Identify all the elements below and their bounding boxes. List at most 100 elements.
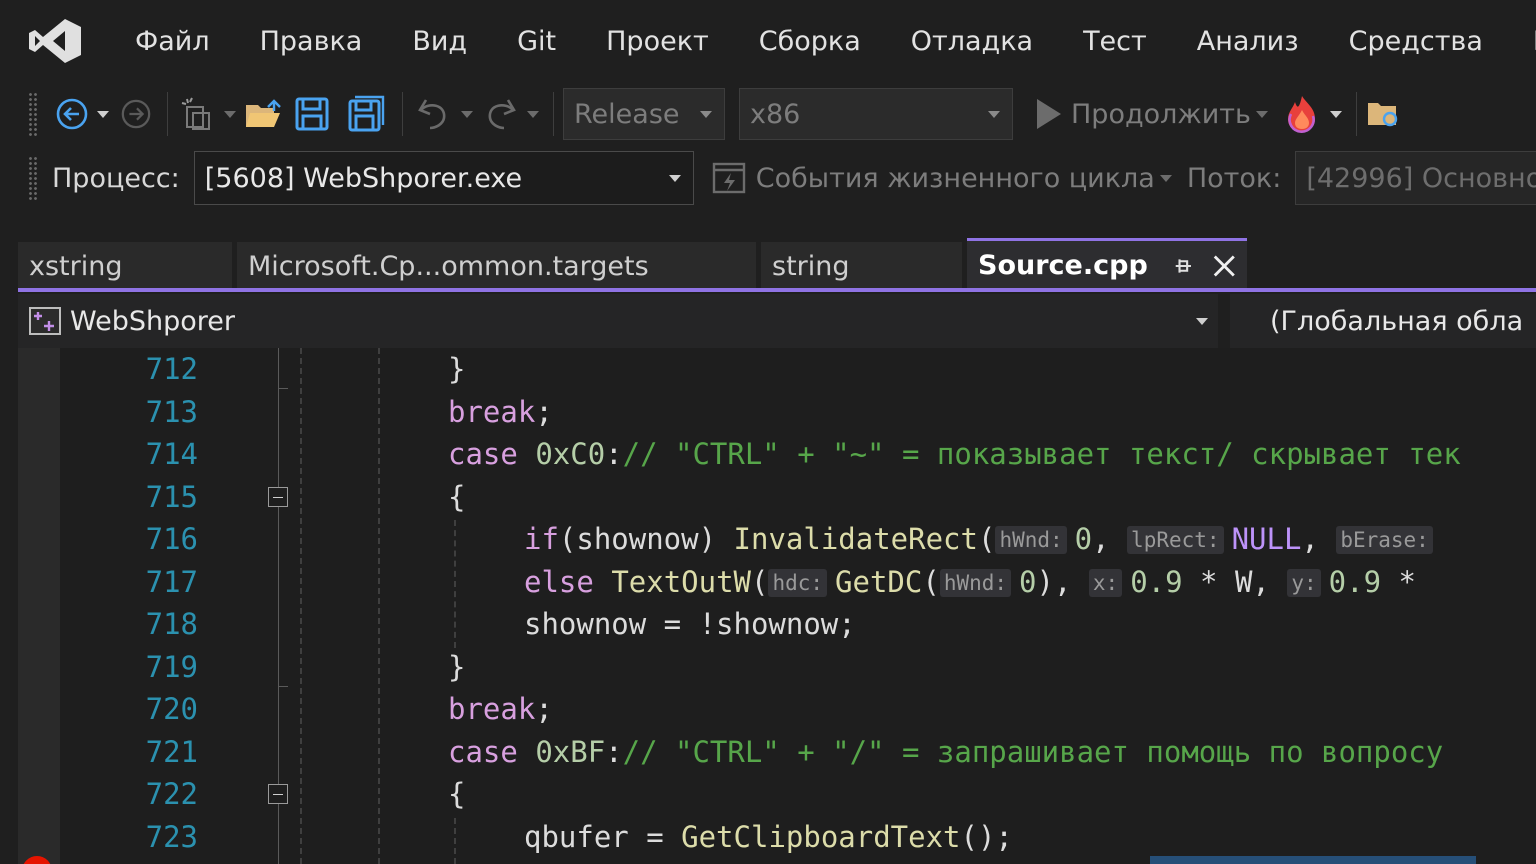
code-line[interactable]: 712}	[18, 348, 1536, 391]
process-select[interactable]: [5608] WebShporer.exe	[193, 151, 694, 205]
code-token: 0	[1019, 564, 1037, 599]
code-token: :	[605, 437, 623, 471]
navigate-forward-button[interactable]	[114, 92, 158, 136]
line-number: 716	[145, 522, 198, 556]
code-token: // "CTRL" + "/" = запрашивает помощь по …	[622, 734, 1444, 769]
code-line[interactable]: 714 case 0xC0:// "CTRL" + "~" = показывае…	[18, 433, 1536, 476]
code-token: shownow = !shownow;	[524, 607, 856, 641]
open-file-button[interactable]	[241, 92, 285, 136]
thread-value: [42996] Основно	[1306, 162, 1536, 194]
code-line[interactable]: 716 if(shownow) InvalidateRect(hWnd: 0, lp…	[18, 518, 1536, 561]
line-number: 715	[145, 479, 198, 514]
undo-button[interactable]	[412, 92, 456, 136]
cpp-project-icon	[29, 307, 61, 335]
save-all-button[interactable]	[339, 92, 393, 136]
solution-configuration-select[interactable]: Release	[563, 88, 725, 140]
code-line[interactable]: 720 break;	[18, 688, 1536, 731]
project-scope-select[interactable]: WebShporer	[18, 294, 1230, 348]
solution-platform-select[interactable]: x86	[739, 88, 1013, 140]
menu-analyze[interactable]: Анализ	[1172, 26, 1324, 57]
chevron-down-icon	[984, 89, 1004, 139]
code-token: if	[524, 522, 559, 556]
menu-test[interactable]: Тест	[1058, 26, 1172, 57]
code-token: ();	[960, 819, 1013, 854]
close-icon[interactable]	[1210, 251, 1239, 281]
code-line[interactable]: 713 break;	[18, 391, 1536, 434]
code-line[interactable]: 717 else TextOutW(hdc: GetDC(hWnd: 0), x: 0.…	[18, 561, 1536, 604]
open-folder-icon	[246, 99, 281, 127]
hot-reload-dropdown[interactable]	[1325, 92, 1347, 136]
code-line[interactable]: 722 {	[18, 773, 1536, 816]
visual-studio-logo-icon[interactable]	[27, 17, 83, 65]
line-code: break;	[448, 688, 553, 731]
toolbar-grip[interactable]	[28, 156, 38, 200]
line-code: case 0xBF:// "CTRL" + "/" = запрашивает …	[448, 731, 1443, 774]
code-token: 0xC0	[535, 437, 606, 471]
code-line[interactable]: 721 case 0xBF:// "CTRL" + "/" = запрашива…	[18, 731, 1536, 774]
line-number: 713	[145, 394, 198, 429]
line-number: 714	[145, 437, 198, 471]
tab-string[interactable]: string	[761, 242, 962, 290]
tab-microsoft-cpp-common-targets[interactable]: Microsoft.Cp...ommon.targets	[237, 242, 756, 290]
solution-configuration-value: Release	[574, 98, 680, 130]
parameter-inlay-hint: hWnd:	[939, 568, 1012, 597]
code-token: 0.9	[1130, 564, 1183, 599]
tab-xstring[interactable]: xstring	[18, 242, 232, 290]
tab-source-cpp[interactable]: Source.cpp	[967, 238, 1247, 290]
hot-reload-button[interactable]	[1279, 92, 1325, 136]
code-line[interactable]: 715 {	[18, 476, 1536, 519]
code-token: 0.9	[1328, 564, 1382, 599]
continue-button[interactable]: Продолжить	[1033, 92, 1251, 136]
lifecycle-events-icon	[712, 162, 745, 194]
code-token: break	[448, 394, 536, 429]
line-code: qbufer = GetClipboardText();	[524, 816, 1013, 859]
menu-edit[interactable]: Правка	[235, 26, 388, 57]
solution-explorer-button[interactable]	[1366, 92, 1400, 136]
lifecycle-events-dropdown[interactable]	[1155, 156, 1177, 200]
menu-tools[interactable]: Средства	[1324, 26, 1508, 57]
new-project-dropdown[interactable]	[219, 92, 241, 136]
code-token: 0xBF	[535, 734, 606, 769]
toolbar-grip[interactable]	[28, 92, 38, 136]
menu-build[interactable]: Сборка	[734, 26, 886, 57]
tab-label: Microsoft.Cp...ommon.targets	[248, 250, 649, 282]
continue-dropdown[interactable]	[1251, 92, 1273, 136]
peek-popup-edge	[1150, 856, 1476, 864]
line-number: 723	[145, 819, 198, 854]
code-line[interactable]: 718 shownow = !shownow;	[18, 603, 1536, 646]
code-editor[interactable]: 712} 713 break; 714 case 0xC0:// "CTRL" + "~…	[18, 348, 1536, 864]
redo-dropdown[interactable]	[522, 92, 544, 136]
save-all-icon	[348, 95, 385, 132]
line-number: 720	[145, 692, 198, 726]
save-button[interactable]	[285, 92, 339, 136]
code-line[interactable]: 723 qbufer = GetClipboardText();	[18, 816, 1536, 859]
thread-select[interactable]: [42996] Основно	[1295, 151, 1536, 205]
code-token: (	[977, 522, 996, 556]
navigate-back-dropdown[interactable]	[92, 92, 114, 136]
code-token: (	[751, 564, 769, 599]
redo-button[interactable]	[478, 92, 522, 136]
chevron-down-icon	[665, 152, 685, 204]
undo-dropdown[interactable]	[456, 92, 478, 136]
lifecycle-events-label[interactable]: События жизненного цикла	[756, 163, 1155, 194]
menu-extensions[interactable]: Расши	[1508, 26, 1536, 57]
solution-platform-value: x86	[750, 98, 801, 130]
code-token: break	[448, 692, 536, 726]
code-line[interactable]: 719}	[18, 646, 1536, 689]
code-token: ;	[535, 692, 553, 726]
menu-project[interactable]: Проект	[581, 26, 734, 57]
menu-debug[interactable]: Отладка	[886, 26, 1058, 57]
navigate-back-button[interactable]	[52, 92, 92, 136]
global-scope-select[interactable]: (Глобальная обла	[1270, 306, 1523, 337]
code-token: 0	[1074, 522, 1093, 556]
new-project-button[interactable]	[177, 92, 219, 136]
line-code: break;	[448, 391, 553, 434]
lifecycle-events-button[interactable]	[710, 156, 748, 200]
tab-label: xstring	[29, 250, 123, 282]
menu-view[interactable]: Вид	[387, 26, 492, 57]
menu-git[interactable]: Git	[492, 26, 581, 57]
menu-file[interactable]: Файл	[110, 26, 235, 57]
code-token: {	[448, 777, 466, 811]
document-tab-bar: xstring Microsoft.Cp...ommon.targets str…	[18, 238, 1536, 290]
pin-icon[interactable]	[1170, 252, 1197, 280]
